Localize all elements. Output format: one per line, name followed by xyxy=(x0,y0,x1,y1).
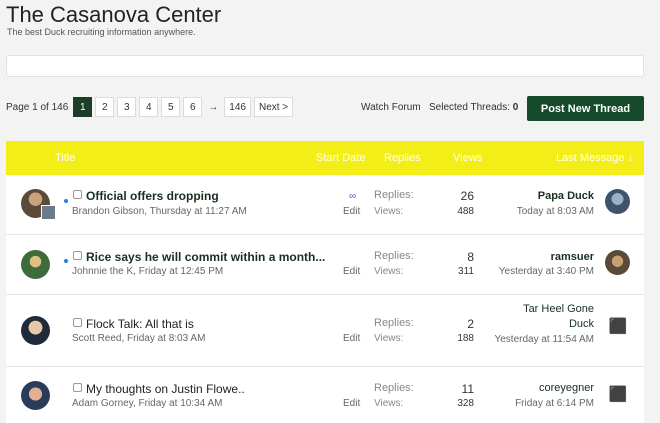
last-poster-avatar[interactable] xyxy=(605,189,630,214)
selected-threads-count: 0 xyxy=(512,102,519,113)
views-count: 488 xyxy=(457,206,474,217)
thread-list: Official offers dropping Brandon Gibson,… xyxy=(6,175,644,423)
last-message-date[interactable]: Friday at 6:14 PM xyxy=(515,398,594,409)
pagination: Page 1 of 146 1 2 3 4 5 6 → 146 Next > xyxy=(6,96,294,118)
replies-count: 11 xyxy=(461,382,474,396)
thread-author-meta[interactable]: Johnnie the K, Friday at 12:45 PM xyxy=(72,266,223,277)
default-avatar-icon[interactable]: ⬛ xyxy=(608,316,628,336)
views-count: 188 xyxy=(457,333,474,344)
thread-select-checkbox[interactable] xyxy=(73,190,82,199)
watch-forum-link[interactable]: Watch Forum xyxy=(361,102,421,113)
last-message-date[interactable]: Yesterday at 11:54 AM xyxy=(494,334,594,345)
views-count: 311 xyxy=(458,266,474,277)
sort-views-header[interactable]: Views xyxy=(453,152,482,164)
edit-thread-link[interactable]: Edit xyxy=(343,206,360,217)
thread-author-meta[interactable]: Adam Gorney, Friday at 10:34 AM xyxy=(72,398,222,409)
replies-count: 26 xyxy=(460,189,474,203)
sort-title-header[interactable]: Title xyxy=(55,152,75,164)
unread-indicator-icon xyxy=(64,259,68,263)
author-avatar[interactable] xyxy=(21,250,50,279)
edit-thread-link[interactable]: Edit xyxy=(343,398,360,409)
selected-threads-label: Selected Threads: xyxy=(429,102,510,113)
page-5-button[interactable]: 5 xyxy=(161,97,181,117)
last-poster-link[interactable]: coreyegner xyxy=(539,382,594,394)
thread-select-checkbox[interactable] xyxy=(73,318,82,327)
edit-thread-link[interactable]: Edit xyxy=(343,333,360,344)
thread-select-checkbox[interactable] xyxy=(73,251,82,260)
page-4-button[interactable]: 4 xyxy=(139,97,159,117)
replies-label: Replies: xyxy=(374,250,414,262)
thread-select-checkbox[interactable] xyxy=(73,383,82,392)
views-count: 328 xyxy=(457,398,474,409)
thread-row[interactable]: My thoughts on Justin Flowe.. Adam Gorne… xyxy=(6,367,644,423)
views-label: Views: xyxy=(374,398,404,409)
thread-title-link[interactable]: Flock Talk: All that is xyxy=(86,317,194,331)
last-message-date[interactable]: Today at 8:03 AM xyxy=(517,206,594,217)
thread-title-link[interactable]: My thoughts on Justin Flowe.. xyxy=(86,382,245,396)
page-2-button[interactable]: 2 xyxy=(95,97,115,117)
page-1-button[interactable]: 1 xyxy=(73,97,93,117)
watched-binoculars-icon: ∞ xyxy=(349,191,357,202)
next-page-button[interactable]: Next > xyxy=(253,97,294,117)
selected-threads: Selected Threads: 0 xyxy=(429,102,518,113)
last-poster-link[interactable]: Tar Heel Gone xyxy=(523,303,594,315)
post-new-thread-button[interactable]: Post New Thread xyxy=(527,96,644,121)
site-tagline: The best Duck recruiting information any… xyxy=(7,27,196,37)
page-label: Page 1 of 146 xyxy=(6,101,69,113)
replies-count: 8 xyxy=(467,250,474,264)
unread-indicator-icon xyxy=(64,199,68,203)
views-label: Views: xyxy=(374,333,404,344)
default-avatar-icon[interactable]: ⬛ xyxy=(608,384,628,404)
last-poster-link[interactable]: Papa Duck xyxy=(538,190,594,202)
sort-last-message-header[interactable]: Last Message ↓ xyxy=(556,152,633,164)
participant-avatar xyxy=(41,205,56,220)
thread-author-meta[interactable]: Brandon Gibson, Thursday at 11:27 AM xyxy=(72,206,247,217)
last-page-button[interactable]: 146 xyxy=(224,97,251,117)
last-poster-avatar[interactable] xyxy=(605,250,630,275)
replies-label: Replies: xyxy=(374,189,414,201)
last-poster-link[interactable]: ramsuer xyxy=(551,251,594,263)
replies-label: Replies: xyxy=(374,382,414,394)
thread-row[interactable]: Official offers dropping Brandon Gibson,… xyxy=(6,175,644,235)
replies-label: Replies: xyxy=(374,317,414,329)
page-6-button[interactable]: 6 xyxy=(183,97,203,117)
author-avatar[interactable] xyxy=(21,316,50,345)
author-avatar[interactable] xyxy=(21,381,50,410)
views-label: Views: xyxy=(374,266,404,277)
sort-replies-header[interactable]: Replies xyxy=(384,152,421,164)
edit-thread-link[interactable]: Edit xyxy=(343,266,360,277)
replies-count: 2 xyxy=(467,317,474,331)
site-title[interactable]: The Casanova Center xyxy=(6,2,221,28)
sort-start-date-header[interactable]: Start Date xyxy=(316,152,366,164)
last-message-date[interactable]: Yesterday at 3:40 PM xyxy=(499,266,594,277)
thread-title-link[interactable]: Rice says he will commit within a month.… xyxy=(86,250,325,264)
page-skip-arrow-icon[interactable]: → xyxy=(208,102,218,113)
last-poster-link-continued[interactable]: Duck xyxy=(569,318,594,330)
page-3-button[interactable]: 3 xyxy=(117,97,137,117)
forum-search-bar[interactable] xyxy=(6,55,644,77)
thread-row[interactable]: Flock Talk: All that is Scott Reed, Frid… xyxy=(6,295,644,367)
thread-author-meta[interactable]: Scott Reed, Friday at 8:03 AM xyxy=(72,333,205,344)
thread-row[interactable]: Rice says he will commit within a month.… xyxy=(6,235,644,295)
thread-table-header: Title Start Date Replies Views Last Mess… xyxy=(6,141,644,175)
views-label: Views: xyxy=(374,206,404,217)
thread-title-link[interactable]: Official offers dropping xyxy=(86,189,219,203)
